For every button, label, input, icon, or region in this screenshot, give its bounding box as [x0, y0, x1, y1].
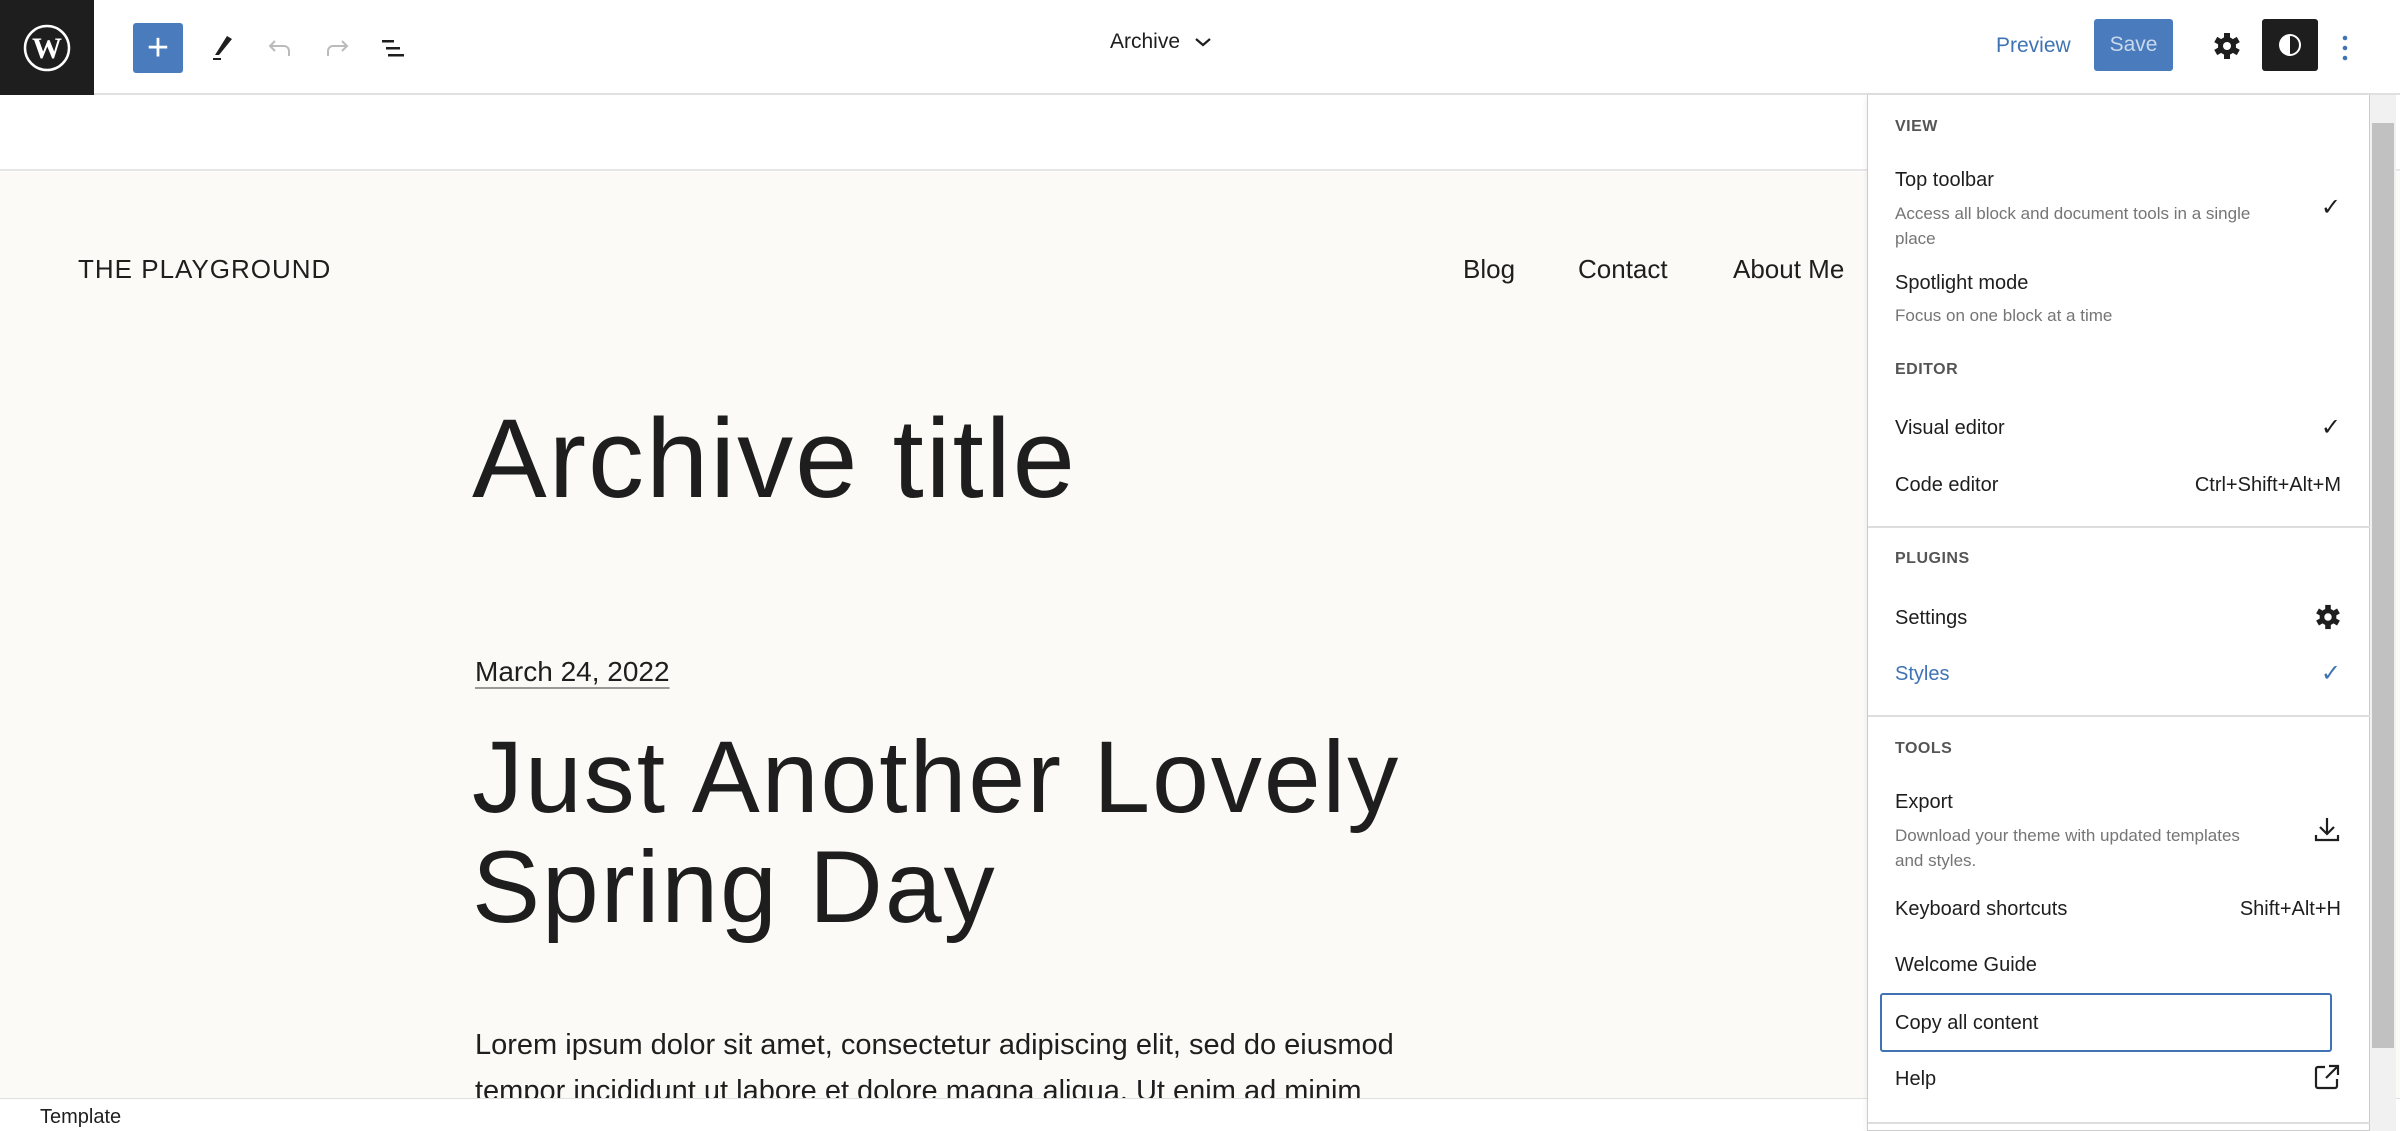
section-heading-tools: TOOLS: [1895, 740, 1953, 757]
menu-item-label: Spotlight mode: [1895, 272, 2029, 294]
menu-item-description: Download your theme with updated templat…: [1895, 826, 2240, 870]
redo-icon: [327, 40, 349, 56]
menu-item-label: Copy all content: [1895, 1012, 2039, 1034]
divider: [1868, 526, 2371, 528]
list-view-icon: [382, 40, 404, 57]
gear-icon: [2214, 33, 2240, 59]
nav-link-about[interactable]: About Me: [1733, 254, 1844, 285]
options-dropdown-menu: VIEW Top toolbar Access all block and do…: [1867, 95, 2371, 1131]
menu-item-description: Focus on one block at a time: [1895, 306, 2113, 325]
gear-icon: [2316, 604, 2340, 630]
undo-icon: [268, 40, 290, 56]
plus-icon: +: [146, 26, 170, 69]
post-excerpt[interactable]: Lorem ipsum dolor sit amet, consectetur …: [475, 1022, 1455, 1098]
archive-title[interactable]: Archive title: [472, 394, 1077, 523]
excerpt-line: tempor incididunt ut labore et dolore ma…: [475, 1075, 1362, 1098]
menu-item-label: Settings: [1895, 607, 1968, 629]
excerpt-line: Lorem ipsum dolor sit amet, consectetur …: [475, 1029, 1394, 1061]
nav-link-contact[interactable]: Contact: [1578, 254, 1668, 285]
menu-scrollbar[interactable]: [2370, 95, 2396, 1131]
menu-item-label: Top toolbar: [1895, 169, 1994, 191]
redo-button[interactable]: [312, 23, 362, 73]
contrast-icon: [2279, 34, 2301, 56]
editor-header: W + Archive Preview Save: [0, 0, 2400, 95]
menu-item-label: Export: [1895, 791, 1953, 813]
chevron-down-icon: [1195, 38, 1211, 47]
settings-button[interactable]: [2202, 21, 2252, 71]
download-icon: [2314, 818, 2340, 842]
menu-item-description: Access all block and document tools in a…: [1895, 204, 2251, 248]
wordpress-logo[interactable]: W: [0, 0, 94, 95]
menu-item-label: Styles: [1895, 663, 1950, 685]
tools-button[interactable]: [197, 23, 247, 73]
shortcut: Shift+Alt+H: [2239, 898, 2341, 920]
options-menu-button[interactable]: [2322, 23, 2368, 73]
menu-item-copy-all-content[interactable]: Copy all content: [1880, 993, 2332, 1052]
menu-item-label: Help: [1895, 1068, 1937, 1090]
check-icon: ✓: [2320, 660, 2341, 687]
divider: [1868, 1122, 2371, 1124]
site-title[interactable]: THE PLAYGROUND: [78, 254, 331, 285]
list-view-button[interactable]: [369, 23, 419, 73]
check-icon: ✓: [2320, 414, 2341, 441]
nav-link-blog[interactable]: Blog: [1463, 254, 1515, 285]
post-title[interactable]: Just Another Lovely Spring Day: [472, 722, 1472, 942]
post-title-line: Just Another Lovely: [472, 720, 1401, 834]
menu-item-label: Visual editor: [1895, 417, 2005, 439]
preview-button[interactable]: Preview: [1996, 34, 2071, 58]
document-title-dropdown[interactable]: Archive: [1110, 30, 1212, 54]
svg-text:W: W: [32, 32, 62, 65]
undo-button[interactable]: [255, 23, 305, 73]
add-block-button[interactable]: +: [133, 23, 183, 73]
external-link-icon: [2314, 1064, 2340, 1090]
shortcut: Ctrl+Shift+Alt+M: [2194, 474, 2341, 496]
pencil-icon: [213, 36, 232, 60]
kebab-icon: [2342, 35, 2348, 61]
menu-item-label: Welcome Guide: [1895, 954, 2037, 976]
section-heading-view: VIEW: [1895, 118, 1938, 135]
save-button[interactable]: Save: [2094, 19, 2173, 71]
scrollbar-thumb[interactable]: [2372, 123, 2394, 1048]
check-icon: ✓: [2320, 194, 2341, 221]
section-heading-plugins: PLUGINS: [1895, 550, 1970, 567]
menu-item-label: Keyboard shortcuts: [1895, 898, 2068, 920]
breadcrumb-template[interactable]: Template: [40, 1106, 121, 1128]
divider: [1868, 715, 2371, 717]
menu-item-label: Code editor: [1895, 474, 1999, 496]
styles-button[interactable]: [2262, 19, 2318, 71]
post-date[interactable]: March 24, 2022: [475, 656, 670, 688]
section-heading-editor: EDITOR: [1895, 361, 1959, 378]
document-title: Archive: [1110, 30, 1181, 53]
post-title-line: Spring Day: [472, 830, 997, 944]
